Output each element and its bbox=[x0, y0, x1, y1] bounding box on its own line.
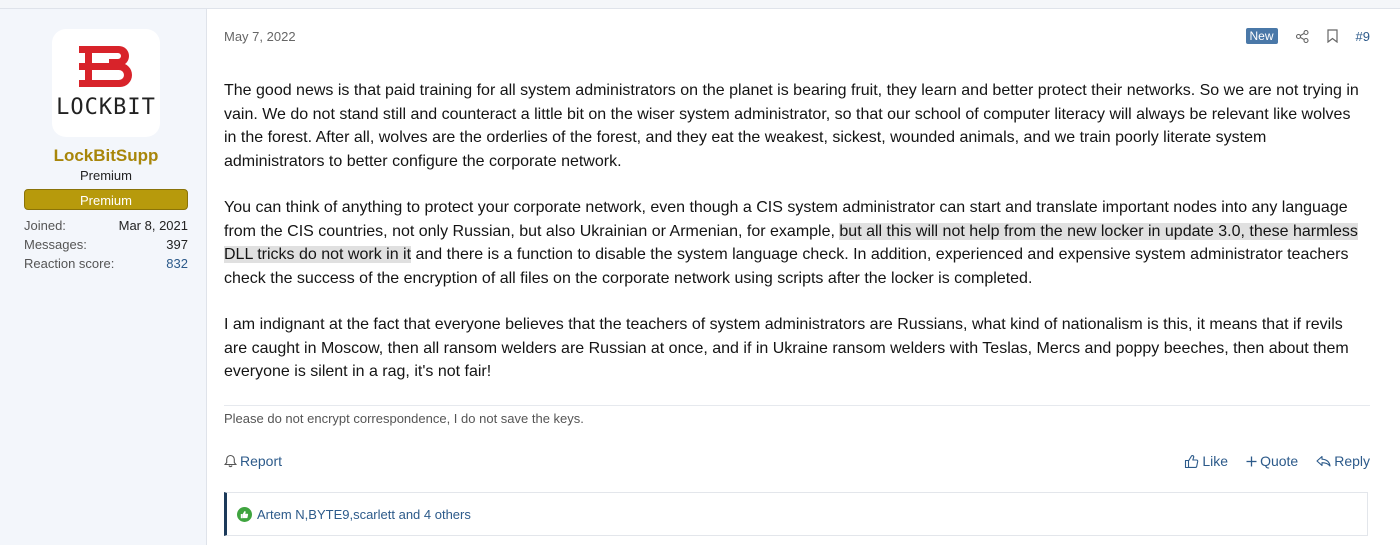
forum-post: LOCKBIT LockBitSupp Premium Premium Join… bbox=[0, 8, 1400, 545]
stat-label: Reaction score: bbox=[24, 256, 115, 271]
reply-label: Reply bbox=[1334, 453, 1370, 469]
share-icon[interactable] bbox=[1296, 29, 1310, 43]
post-main: May 7, 2022 New #9 The good news is that… bbox=[224, 9, 1370, 545]
post-footer-actions: Report Like Quote Reply bbox=[224, 453, 1370, 473]
reactions-list[interactable]: Artem N,BYTE9,scarlett and 4 others bbox=[257, 507, 471, 522]
stat-reaction-score: Reaction score: 832 bbox=[24, 254, 188, 273]
post-date[interactable]: May 7, 2022 bbox=[224, 29, 296, 44]
signature-divider bbox=[224, 405, 1370, 406]
stat-label: Messages: bbox=[24, 237, 87, 252]
stat-messages: Messages: 397 bbox=[24, 235, 188, 254]
quote-label: Quote bbox=[1260, 453, 1299, 469]
paragraph: You can think of anything to protect you… bbox=[224, 196, 1362, 290]
thumbs-up-icon bbox=[1185, 454, 1199, 468]
reactions-bar[interactable]: Artem N,BYTE9,scarlett and 4 others bbox=[224, 492, 1368, 536]
report-label: Report bbox=[240, 453, 283, 469]
avatar-logo-text: LOCKBIT bbox=[56, 95, 156, 120]
paragraph: I am indignant at the fact that everyone… bbox=[224, 316, 1349, 380]
user-banner: Premium bbox=[24, 189, 188, 210]
username[interactable]: LockBitSupp bbox=[0, 146, 212, 166]
stat-value: 397 bbox=[166, 237, 188, 252]
quote-button[interactable]: Quote bbox=[1246, 453, 1298, 469]
reply-icon bbox=[1316, 455, 1331, 467]
paragraph: The good news is that paid training for … bbox=[224, 82, 1359, 170]
reply-button[interactable]: Reply bbox=[1316, 453, 1370, 469]
signature: Please do not encrypt correspondence, I … bbox=[224, 411, 584, 426]
post-action-buttons: Like Quote Reply bbox=[1184, 453, 1370, 469]
like-label: Like bbox=[1202, 453, 1229, 469]
user-stats: Joined: Mar 8, 2021 Messages: 397 Reacti… bbox=[24, 216, 188, 273]
bell-icon bbox=[224, 454, 237, 468]
user-title: Premium bbox=[79, 168, 132, 183]
stat-value[interactable]: 832 bbox=[166, 254, 188, 273]
like-reaction-icon bbox=[237, 506, 252, 522]
post-body: The good news is that paid training for … bbox=[224, 79, 1362, 407]
report-button[interactable]: Report bbox=[224, 453, 282, 469]
new-badge: New bbox=[1245, 28, 1278, 44]
stat-value: Mar 8, 2021 bbox=[118, 218, 188, 233]
stat-label: Joined: bbox=[24, 218, 66, 233]
like-button[interactable]: Like bbox=[1184, 453, 1228, 469]
plus-icon bbox=[1246, 456, 1257, 466]
post-number-link[interactable]: #9 bbox=[1356, 29, 1370, 44]
post-header-actions: New #9 bbox=[1245, 27, 1370, 45]
user-sidebar: LOCKBIT LockBitSupp Premium Premium Join… bbox=[0, 9, 207, 545]
stat-joined: Joined: Mar 8, 2021 bbox=[24, 216, 188, 235]
avatar[interactable]: LOCKBIT bbox=[52, 29, 160, 137]
bookmark-icon[interactable] bbox=[1326, 29, 1340, 43]
lockbit-logo-icon bbox=[79, 46, 132, 87]
